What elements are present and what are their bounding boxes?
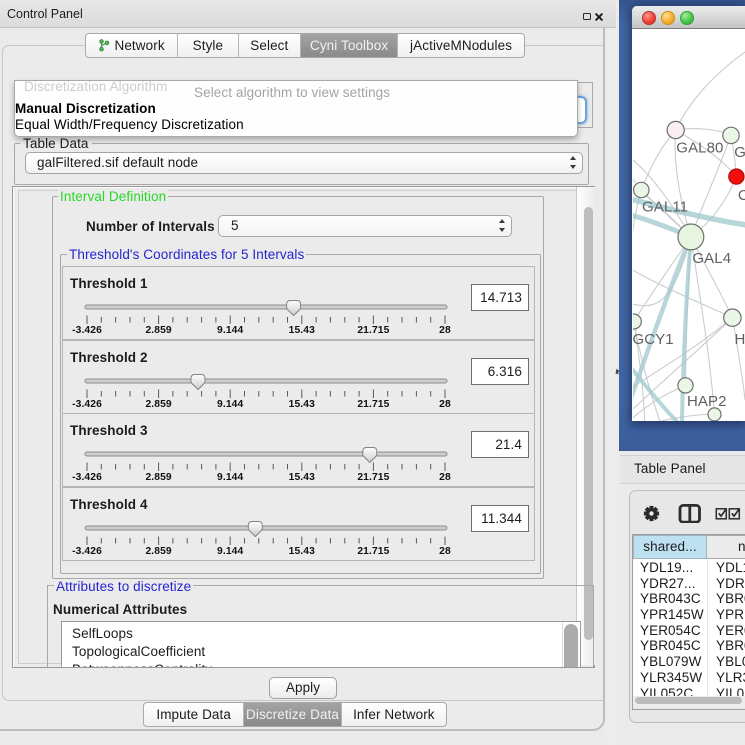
- svg-text:H: H: [735, 331, 745, 348]
- svg-text:GAL11: GAL11: [642, 199, 688, 216]
- svg-text:GAL80: GAL80: [676, 140, 723, 157]
- svg-text:GAL4: GAL4: [692, 250, 731, 267]
- svg-text:GCY1: GCY1: [633, 331, 674, 348]
- svg-text:C: C: [738, 187, 745, 204]
- svg-text:HAP2: HAP2: [687, 393, 727, 410]
- svg-text:GA: GA: [734, 144, 745, 161]
